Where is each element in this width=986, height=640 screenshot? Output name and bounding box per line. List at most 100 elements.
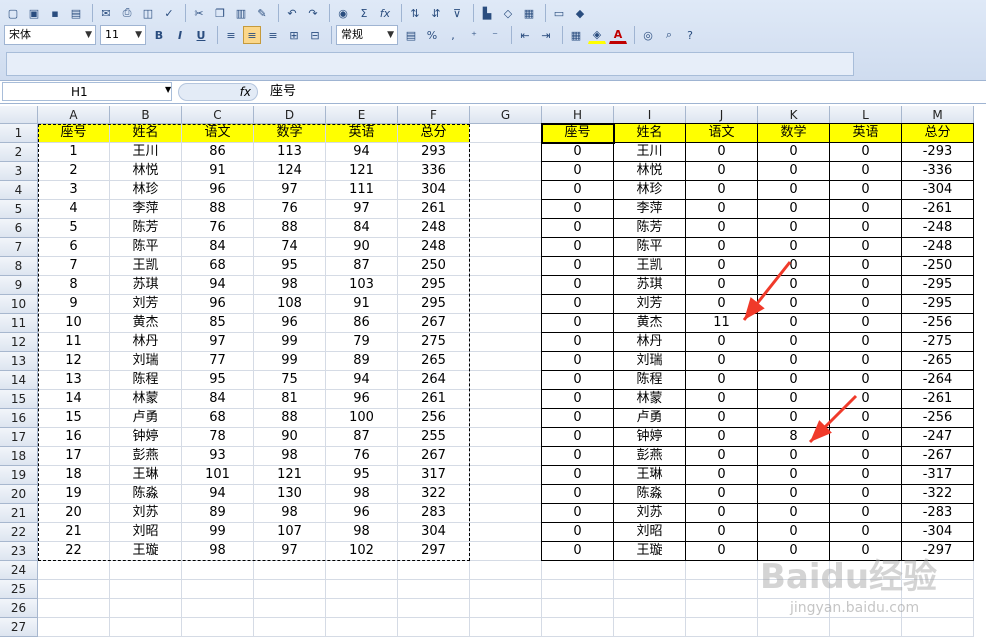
drawing-icon[interactable]: ◇ (499, 4, 517, 22)
cell[interactable] (686, 561, 758, 580)
table_right-data-cell[interactable]: 陈平 (614, 238, 686, 257)
table_left-data-cell[interactable]: 100 (326, 409, 398, 428)
table_left-data-cell[interactable]: 93 (182, 447, 254, 466)
cell[interactable] (686, 599, 758, 618)
undo-icon[interactable]: ↶ (283, 4, 301, 22)
cell[interactable] (470, 561, 542, 580)
table-icon[interactable]: ▦ (520, 4, 538, 22)
table_left-data-cell[interactable]: 76 (326, 447, 398, 466)
paste-icon[interactable]: ▥ (232, 4, 250, 22)
table_right-data-cell[interactable]: 0 (542, 390, 614, 409)
table_left-data-cell[interactable]: 297 (398, 542, 470, 561)
print-icon[interactable]: ⎙ (118, 4, 136, 22)
table_right-data-cell[interactable]: 0 (542, 428, 614, 447)
table_right-data-cell[interactable]: 0 (686, 371, 758, 390)
table_right-data-cell[interactable]: 0 (758, 390, 830, 409)
table_left-data-cell[interactable]: 102 (326, 542, 398, 561)
formula-input[interactable]: 座号 (270, 83, 296, 101)
cell[interactable] (686, 618, 758, 637)
table_left-data-cell[interactable]: 304 (398, 181, 470, 200)
table_left-data-cell[interactable]: 99 (254, 333, 326, 352)
table_left-data-cell[interactable]: 336 (398, 162, 470, 181)
cell[interactable] (470, 333, 542, 352)
row-header[interactable]: 10 (0, 295, 38, 314)
column-header-f[interactable]: F (398, 106, 470, 124)
table_right-data-cell[interactable]: 0 (686, 295, 758, 314)
table_right-data-cell[interactable]: -261 (902, 390, 974, 409)
table_left-data-cell[interactable]: 121 (254, 466, 326, 485)
table_right-data-cell[interactable]: -295 (902, 276, 974, 295)
table_right-data-cell[interactable]: -248 (902, 238, 974, 257)
table_right-data-cell[interactable]: 0 (686, 181, 758, 200)
row-header[interactable]: 16 (0, 409, 38, 428)
table_left-data-cell[interactable]: 21 (38, 523, 110, 542)
comma-button[interactable]: , (444, 26, 462, 44)
table_left-data-cell[interactable]: 7 (38, 257, 110, 276)
table_left-data-cell[interactable]: 98 (326, 485, 398, 504)
table_right-data-cell[interactable]: -248 (902, 219, 974, 238)
row-header[interactable]: 17 (0, 428, 38, 447)
cell[interactable] (614, 580, 686, 599)
table_right-data-cell[interactable]: 0 (830, 428, 902, 447)
table_right-data-cell[interactable]: 刘昭 (614, 523, 686, 542)
cell[interactable] (398, 580, 470, 599)
table_left-data-cell[interactable]: 76 (182, 219, 254, 238)
cell[interactable] (542, 618, 614, 637)
table_left-data-cell[interactable]: 王璇 (110, 542, 182, 561)
table_right-data-cell[interactable]: -261 (902, 200, 974, 219)
table_right-data-cell[interactable]: 0 (686, 485, 758, 504)
row-header[interactable]: 14 (0, 371, 38, 390)
table_left-header-cell[interactable]: 座号 (38, 124, 110, 143)
table_left-data-cell[interactable]: 黄杰 (110, 314, 182, 333)
table_left-data-cell[interactable]: 81 (254, 390, 326, 409)
cell[interactable] (470, 143, 542, 162)
row-header[interactable]: 18 (0, 447, 38, 466)
align-left-icon[interactable]: ≡ (222, 26, 240, 44)
table_right-data-cell[interactable]: 0 (686, 409, 758, 428)
table_right-header-cell[interactable]: 数学 (758, 124, 830, 143)
cell[interactable] (470, 409, 542, 428)
table_right-data-cell[interactable]: 0 (686, 428, 758, 447)
table_right-header-cell[interactable]: 语文 (686, 124, 758, 143)
cell[interactable] (470, 466, 542, 485)
table_right-data-cell[interactable]: -304 (902, 181, 974, 200)
table_right-data-cell[interactable]: 王璇 (614, 542, 686, 561)
table_left-data-cell[interactable]: 88 (254, 409, 326, 428)
table_right-data-cell[interactable]: 0 (830, 485, 902, 504)
borders-icon[interactable]: ▦ (567, 26, 585, 44)
row-header[interactable]: 23 (0, 542, 38, 561)
row-header[interactable]: 8 (0, 257, 38, 276)
cell[interactable] (326, 618, 398, 637)
table_right-data-cell[interactable]: 0 (542, 409, 614, 428)
save-icon[interactable]: ▪ (46, 4, 64, 22)
table_left-data-cell[interactable]: 刘苏 (110, 504, 182, 523)
cell[interactable] (470, 124, 542, 143)
table_left-data-cell[interactable]: 95 (182, 371, 254, 390)
table_left-data-cell[interactable]: 295 (398, 276, 470, 295)
cell[interactable] (470, 542, 542, 561)
table_right-data-cell[interactable]: 11 (686, 314, 758, 333)
table_right-data-cell[interactable]: -317 (902, 466, 974, 485)
cell[interactable] (38, 599, 110, 618)
cell[interactable] (182, 618, 254, 637)
table_left-data-cell[interactable]: 98 (254, 276, 326, 295)
table_right-data-cell[interactable]: 王川 (614, 143, 686, 162)
cell[interactable] (470, 523, 542, 542)
table_left-data-cell[interactable]: 85 (182, 314, 254, 333)
table_left-data-cell[interactable]: 1 (38, 143, 110, 162)
cell[interactable] (38, 618, 110, 637)
cell[interactable] (470, 580, 542, 599)
cell[interactable] (182, 561, 254, 580)
table_left-data-cell[interactable]: 96 (182, 181, 254, 200)
chevron-down-icon[interactable]: ▼ (165, 85, 171, 94)
table_left-data-cell[interactable]: 94 (182, 276, 254, 295)
permission-icon[interactable]: ▤ (67, 4, 85, 22)
table_left-data-cell[interactable]: 89 (326, 352, 398, 371)
cell[interactable] (470, 219, 542, 238)
table_right-data-cell[interactable]: 0 (830, 390, 902, 409)
table_right-data-cell[interactable]: 0 (758, 485, 830, 504)
table_left-data-cell[interactable]: 304 (398, 523, 470, 542)
table_right-data-cell[interactable]: 0 (758, 257, 830, 276)
font-name-select[interactable]: 宋体 ▼ (4, 25, 96, 45)
table_right-data-cell[interactable]: -247 (902, 428, 974, 447)
